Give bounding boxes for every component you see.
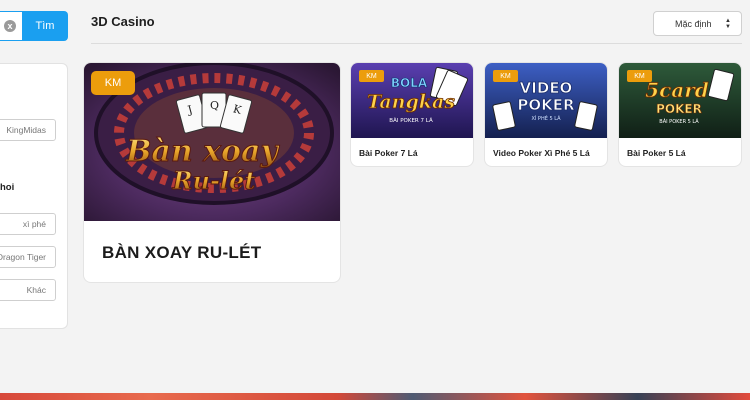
game-title: Video Poker Xì Phé 5 Lá [493,148,590,158]
svg-text:VIDEO: VIDEO [520,79,573,97]
svg-text:Q: Q [210,99,219,112]
type-chip-xi-phe[interactable]: xì phé [0,213,56,235]
game-thumbnail-roulette: J Q K Bàn xoay Ru-lét KM [84,63,340,221]
sort-dropdown[interactable]: Mặc định ▲ ▼ [653,11,742,36]
game-thumbnail-poker-7: BOLA Tangkas BÀI POKER 7 LÁ KM [351,63,473,138]
svg-text:Bàn xoay: Bàn xoay [125,134,280,169]
sort-arrows-icon: ▲ ▼ [725,18,731,30]
game-title: Bài Poker 5 Lá [627,148,686,158]
header-divider [91,43,742,44]
search-input[interactable]: x [0,11,22,41]
clear-icon[interactable]: x [4,20,16,32]
type-chip-other[interactable]: Khác [0,279,56,301]
game-title: BÀN XOAY RU-LÉT [102,243,262,262]
game-card-video-poker[interactable]: VIDEO POKER XÌ PHÉ 5 LÁ KM Video Poker X… [485,63,607,166]
svg-text:Ru-lét: Ru-lét [172,166,256,195]
sort-selected-label: Mặc định [675,18,712,29]
promo-badge: KM [359,70,384,82]
svg-text:POKER: POKER [517,96,575,114]
game-title: Bài Poker 7 Lá [359,148,418,158]
search-bar: x Tìm [0,11,68,41]
footer-strip [0,393,750,400]
svg-text:BÀI POKER 5 LÁ: BÀI POKER 5 LÁ [659,118,699,125]
svg-text:POKER: POKER [656,102,702,116]
filter-section-label: hoi [0,182,15,193]
svg-text:XÌ PHÉ 5 LÁ: XÌ PHÉ 5 LÁ [531,114,561,122]
promo-badge: KM [91,71,135,95]
search-button[interactable]: Tìm [22,11,68,41]
svg-text:BÀI POKER 7 LÁ: BÀI POKER 7 LÁ [389,117,433,124]
provider-chip-kingmidas[interactable]: KingMidas [0,119,56,141]
game-card-roulette[interactable]: J Q K Bàn xoay Ru-lét KM BÀN XOAY RU-LÉT [84,63,340,282]
filter-panel: KingMidas hoi xì phé Dragon Tiger Khác [0,63,68,329]
svg-text:Tangkas: Tangkas [367,91,455,113]
promo-badge: KM [627,70,652,82]
type-chip-dragon-tiger[interactable]: Dragon Tiger [0,246,56,268]
page-title: 3D Casino [91,14,155,29]
game-thumbnail-video-poker: VIDEO POKER XÌ PHÉ 5 LÁ KM [485,63,607,138]
svg-text:5card: 5card [645,78,709,102]
promo-badge: KM [493,70,518,82]
game-card-poker-7[interactable]: BOLA Tangkas BÀI POKER 7 LÁ KM Bài Poker… [351,63,473,166]
svg-text:BOLA: BOLA [391,76,428,90]
game-card-poker-5[interactable]: 5card POKER BÀI POKER 5 LÁ KM Bài Poker … [619,63,741,166]
game-thumbnail-poker-5: 5card POKER BÀI POKER 5 LÁ KM [619,63,741,138]
